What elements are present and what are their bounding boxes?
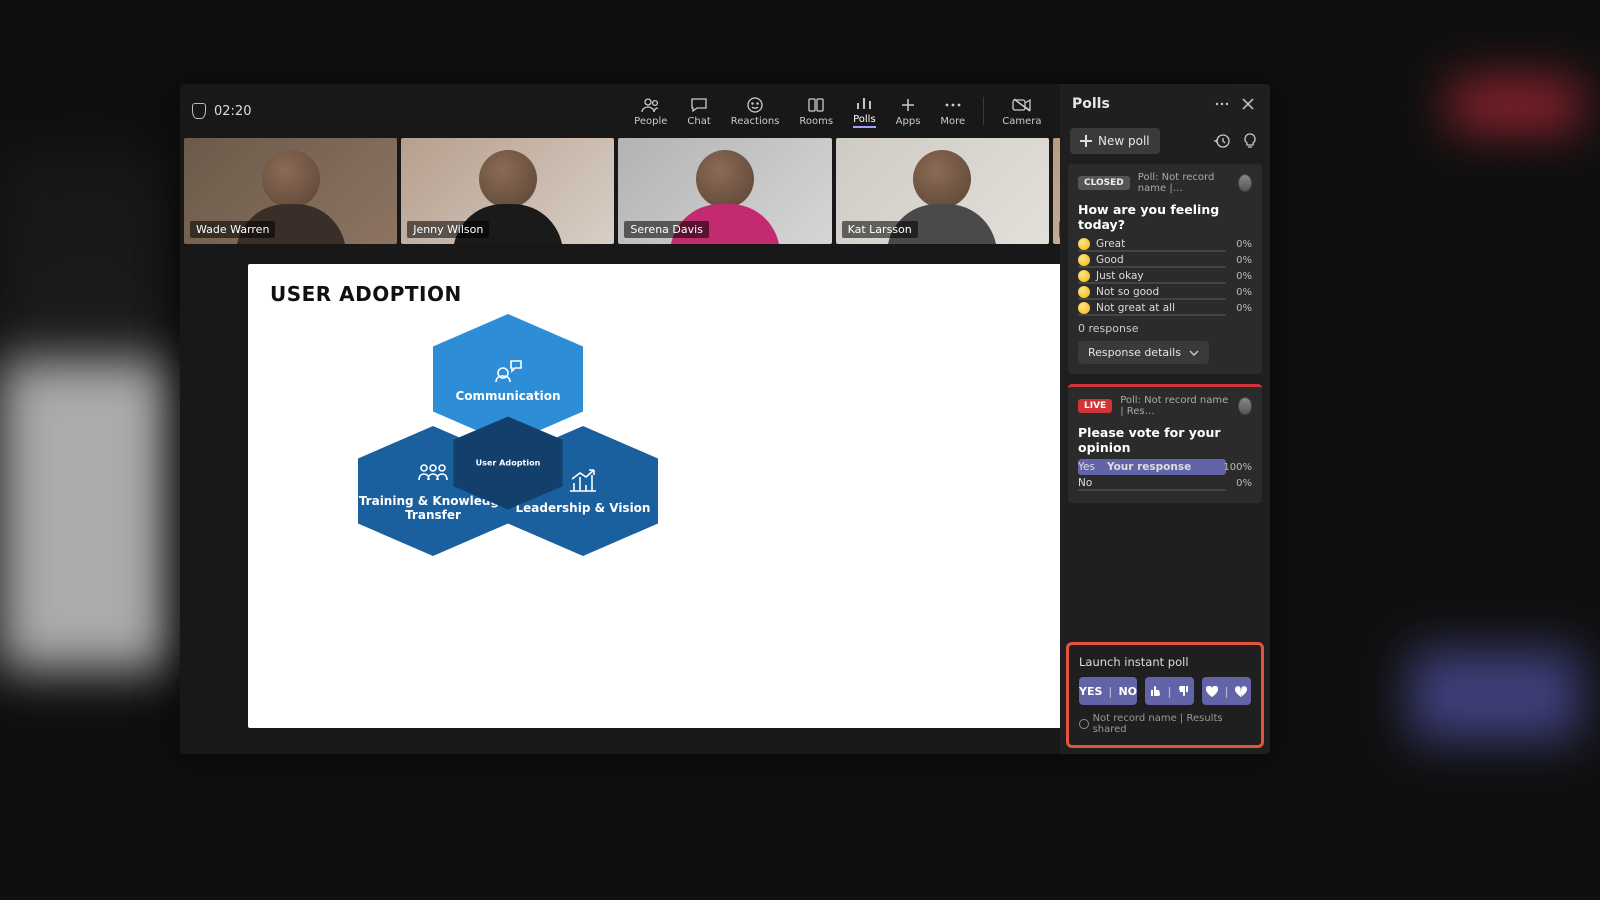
poll-option: Not so good0% (1078, 286, 1252, 298)
gear-icon (1079, 719, 1089, 729)
new-poll-row: New poll (1060, 122, 1270, 160)
hex-diagram: Communication Training & Knowledge Trans… (358, 314, 658, 614)
emoji-icon (1078, 270, 1090, 282)
video-tile[interactable]: Wade Warren (184, 138, 397, 244)
new-poll-button[interactable]: New poll (1070, 128, 1160, 154)
shared-slide: USER ADOPTION Communication Training & K… (248, 264, 1202, 728)
instant-poll-section: Launch instant poll YES|NO | | (1066, 642, 1264, 748)
poll-meta: Poll: Not record name |… (1138, 172, 1234, 194)
poll-card-live: LIVE Poll: Not record name | Res… Please… (1068, 384, 1262, 503)
chat-button[interactable]: Chat (681, 94, 716, 129)
heart-broken-icon (1235, 686, 1247, 697)
people-icon (641, 96, 661, 114)
communication-icon (491, 355, 525, 383)
camera-off-icon (1012, 96, 1032, 114)
meeting-timer: 02:20 (214, 104, 251, 119)
slide-title: USER ADOPTION (270, 282, 1180, 306)
response-details-button[interactable]: Response details (1078, 341, 1209, 364)
status-badge-live: LIVE (1078, 399, 1112, 413)
plus-icon (898, 96, 918, 114)
chevron-down-icon (1189, 350, 1199, 356)
poll-option: Great0% (1078, 238, 1252, 250)
instant-poll-title: Launch instant poll (1079, 655, 1251, 669)
status-badge-closed: CLOSED (1078, 176, 1130, 190)
polls-icon (854, 94, 874, 112)
panel-close-button[interactable] (1238, 94, 1258, 114)
shield-icon (192, 103, 206, 119)
rooms-button[interactable]: Rooms (793, 94, 839, 129)
panel-more-button[interactable] (1212, 94, 1232, 114)
chat-icon (689, 96, 709, 114)
training-icon (416, 460, 450, 488)
instant-thumbs-button[interactable]: | (1145, 677, 1194, 705)
emoji-icon (1078, 302, 1090, 314)
poll-question: How are you feeling today? (1078, 202, 1252, 232)
reactions-icon (745, 96, 765, 114)
instant-poll-note: Not record name | Results shared (1079, 713, 1251, 735)
panel-header: Polls (1060, 84, 1270, 122)
polls-scroll[interactable]: CLOSED Poll: Not record name |… How are … (1060, 160, 1270, 636)
emoji-icon (1078, 238, 1090, 250)
apps-button[interactable]: Apps (890, 94, 927, 129)
polls-button[interactable]: Polls (847, 92, 882, 130)
plus-icon (1080, 135, 1092, 147)
camera-button[interactable]: Camera (996, 94, 1047, 129)
poll-option-yes[interactable]: Yes Your response 100% (1078, 461, 1252, 473)
avatar (1238, 397, 1252, 415)
poll-option-no[interactable]: No 0% (1078, 477, 1252, 489)
poll-option: Not great at all0% (1078, 302, 1252, 314)
poll-option: Just okay0% (1078, 270, 1252, 282)
response-count: 0 response (1078, 322, 1252, 335)
people-button[interactable]: People (628, 94, 673, 129)
toolbar-divider (983, 97, 984, 125)
thumbs-down-icon (1178, 685, 1190, 697)
poll-card-closed: CLOSED Poll: Not record name |… How are … (1068, 164, 1262, 374)
poll-question: Please vote for your opinion (1078, 425, 1252, 455)
video-tile[interactable]: Serena Davis (618, 138, 831, 244)
poll-option: Good0% (1078, 254, 1252, 266)
panel-title: Polls (1072, 96, 1206, 112)
rooms-icon (806, 96, 826, 114)
video-tile[interactable]: Jenny Wilson (401, 138, 614, 244)
video-tile[interactable]: Kat Larsson (836, 138, 1049, 244)
emoji-icon (1078, 286, 1090, 298)
avatar (1238, 174, 1252, 192)
ideas-button[interactable] (1240, 131, 1260, 151)
poll-meta: Poll: Not record name | Res… (1120, 395, 1233, 417)
thumbs-up-icon (1149, 685, 1161, 697)
more-button[interactable]: More (934, 94, 971, 129)
reactions-button[interactable]: Reactions (725, 94, 786, 129)
polls-panel: Polls New poll CLOSED Poll: Not re (1060, 84, 1270, 754)
leadership-icon (566, 467, 600, 495)
heart-filled-icon (1206, 686, 1218, 697)
history-button[interactable] (1212, 131, 1232, 151)
instant-yesno-button[interactable]: YES|NO (1079, 677, 1137, 705)
instant-hearts-button[interactable]: | (1202, 677, 1251, 705)
more-icon (943, 96, 963, 114)
emoji-icon (1078, 254, 1090, 266)
